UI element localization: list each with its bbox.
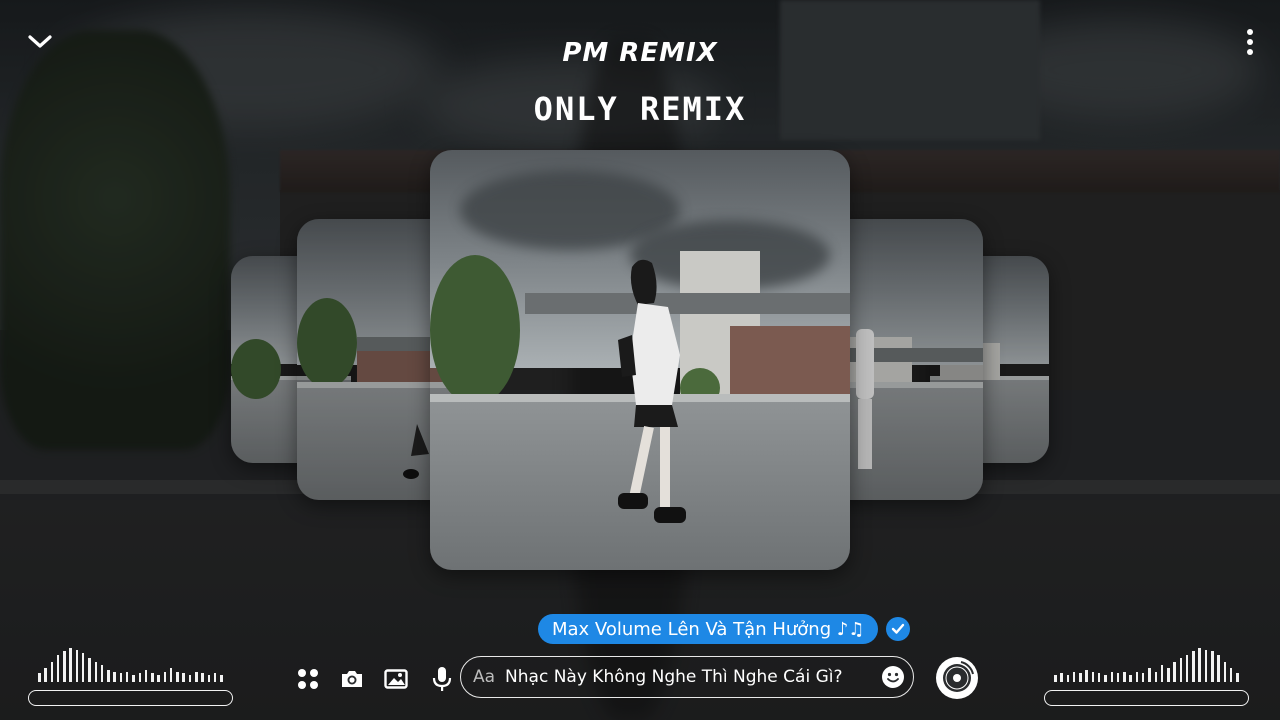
visualizer-bar <box>1167 668 1170 682</box>
camera-icon[interactable] <box>337 664 367 694</box>
visualizer-bar <box>201 673 204 682</box>
page-title: ONLY REMIX <box>533 90 747 128</box>
visualizer-bar <box>1072 672 1076 682</box>
visualizer-bar <box>176 672 179 682</box>
audio-visualizer-left <box>28 648 233 706</box>
visualizer-bar <box>207 675 211 682</box>
visualizer-bar <box>220 675 223 682</box>
visualizer-bar <box>1154 672 1157 682</box>
visualizer-bar <box>1236 673 1239 682</box>
image-icon[interactable] <box>381 664 411 694</box>
message-bubble: Max Volume Lên Và Tận Hưởng ♪♫ <box>538 614 879 644</box>
apps-grid-icon[interactable] <box>293 664 323 694</box>
music-disc-icon[interactable] <box>935 656 979 700</box>
visualizer-bar <box>1091 672 1095 682</box>
visualizer-bar <box>138 673 141 682</box>
visualizer-bar <box>1141 673 1145 682</box>
visualizer-bar <box>107 670 110 682</box>
message-input[interactable]: Aa Nhạc Này Không Nghe Thì Nghe Cái Gì? <box>460 656 914 698</box>
visualizer-bar <box>1116 673 1120 682</box>
visualizer-bar <box>1123 672 1126 682</box>
visualizer-bar <box>1097 673 1101 682</box>
visualizer-bar <box>1204 650 1208 682</box>
visualizer-bar <box>1054 675 1057 682</box>
visualizer-bar <box>63 651 66 682</box>
visualizer-bar <box>75 650 79 682</box>
visualizer-bar <box>1229 668 1233 682</box>
visualizer-bar <box>1060 673 1063 682</box>
visualizer-bar <box>1135 672 1139 682</box>
smiley-icon[interactable] <box>881 665 905 689</box>
visualizer-bar <box>81 653 85 682</box>
visualizer-bar <box>50 662 54 682</box>
visualizer-bar <box>169 668 173 682</box>
visualizer-bar <box>1160 665 1164 682</box>
visualizer-bar <box>1129 675 1132 682</box>
visualizer-bar <box>44 668 47 682</box>
visualizer-bar <box>151 673 154 682</box>
visualizer-bar <box>1148 668 1151 682</box>
visualizer-bar <box>1104 675 1107 682</box>
check-circle-icon <box>886 617 910 641</box>
visualizer-bar <box>100 665 104 682</box>
text-format-label[interactable]: Aa <box>473 667 495 687</box>
visualizer-bar <box>213 673 217 682</box>
visualizer-bar <box>157 675 160 682</box>
visualizer-bar <box>163 672 167 682</box>
visualizer-bar <box>1079 673 1082 682</box>
visualizer-bar <box>69 648 72 682</box>
album-cover-main <box>430 150 850 570</box>
visualizer-bar <box>1185 655 1189 682</box>
visualizer-bar <box>1110 672 1114 682</box>
visualizer-bar <box>1179 658 1183 682</box>
channel-name: PM REMIX <box>562 38 718 68</box>
visualizer-bar <box>119 673 123 682</box>
visualizer-bar <box>182 673 185 682</box>
visualizer-bar <box>1192 651 1195 682</box>
visualizer-bar <box>56 655 60 682</box>
visualizer-bar <box>1211 651 1214 682</box>
visualizer-bar <box>1066 675 1070 682</box>
visualizer-bar <box>132 675 135 682</box>
visualizer-bar <box>38 673 41 682</box>
visualizer-bar <box>188 675 192 682</box>
visualizer-bar <box>113 672 116 682</box>
visualizer-bar <box>125 672 129 682</box>
mic-icon[interactable] <box>427 664 457 694</box>
message-input-text: Nhạc Này Không Nghe Thì Nghe Cái Gì? <box>505 667 843 687</box>
visualizer-bar <box>1085 670 1088 682</box>
visualizer-bar <box>88 658 91 682</box>
visualizer-bar <box>195 672 198 682</box>
visualizer-bar <box>1173 662 1176 682</box>
visualizer-bar <box>1223 662 1227 682</box>
visualizer-bar <box>1217 655 1220 682</box>
visualizer-bar <box>1198 648 1201 682</box>
visualizer-bar <box>144 670 148 682</box>
audio-visualizer-right <box>1044 648 1249 706</box>
visualizer-bar <box>94 662 98 682</box>
